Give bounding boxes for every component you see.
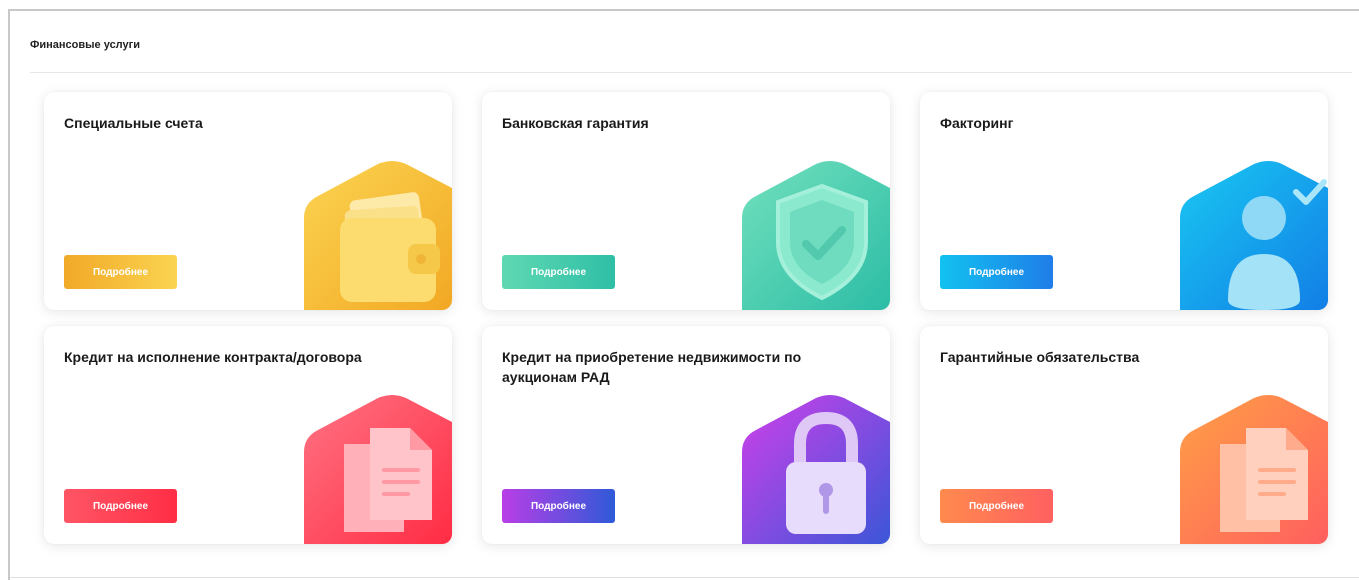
details-button[interactable]: Подробнее: [64, 255, 177, 289]
card-special-accounts: Специальные счета Подробнее: [44, 92, 452, 310]
documents-icon: [1176, 392, 1328, 544]
section-divider: [30, 72, 1352, 73]
details-button[interactable]: Подробнее: [940, 255, 1053, 289]
card-title: Гарантийные обязательства: [940, 349, 1140, 365]
bottom-divider: [10, 577, 1359, 578]
card-contract-credit: Кредит на исполнение контракта/договора …: [44, 326, 452, 544]
card-real-estate-credit: Кредит на приобретение недвижимости по а…: [482, 326, 890, 544]
card-title: Специальные счета: [64, 115, 203, 131]
details-button[interactable]: Подробнее: [940, 489, 1053, 523]
card-title: Факторинг: [940, 115, 1014, 131]
card-title: Кредит на приобретение недвижимости по а…: [502, 349, 802, 385]
details-button[interactable]: Подробнее: [64, 489, 177, 523]
section-title: Финансовые услуги: [30, 39, 140, 51]
card-factoring: Факторинг Подробнее: [920, 92, 1328, 310]
shield-check-icon: [738, 158, 890, 310]
padlock-icon: [738, 392, 890, 544]
card-title: Банковская гарантия: [502, 115, 649, 131]
user-check-icon: [1176, 158, 1328, 310]
details-button[interactable]: Подробнее: [502, 489, 615, 523]
services-panel: Финансовые услуги Специальные счета Подр…: [8, 9, 1359, 580]
documents-icon: [300, 392, 452, 544]
wallet-icon: [300, 158, 452, 310]
card-title: Кредит на исполнение контракта/договора: [64, 349, 362, 365]
details-button[interactable]: Подробнее: [502, 255, 615, 289]
card-bank-guarantee: Банковская гарантия Подробнее: [482, 92, 890, 310]
card-guarantee-obligations: Гарантийные обязательства Подробнее: [920, 326, 1328, 544]
